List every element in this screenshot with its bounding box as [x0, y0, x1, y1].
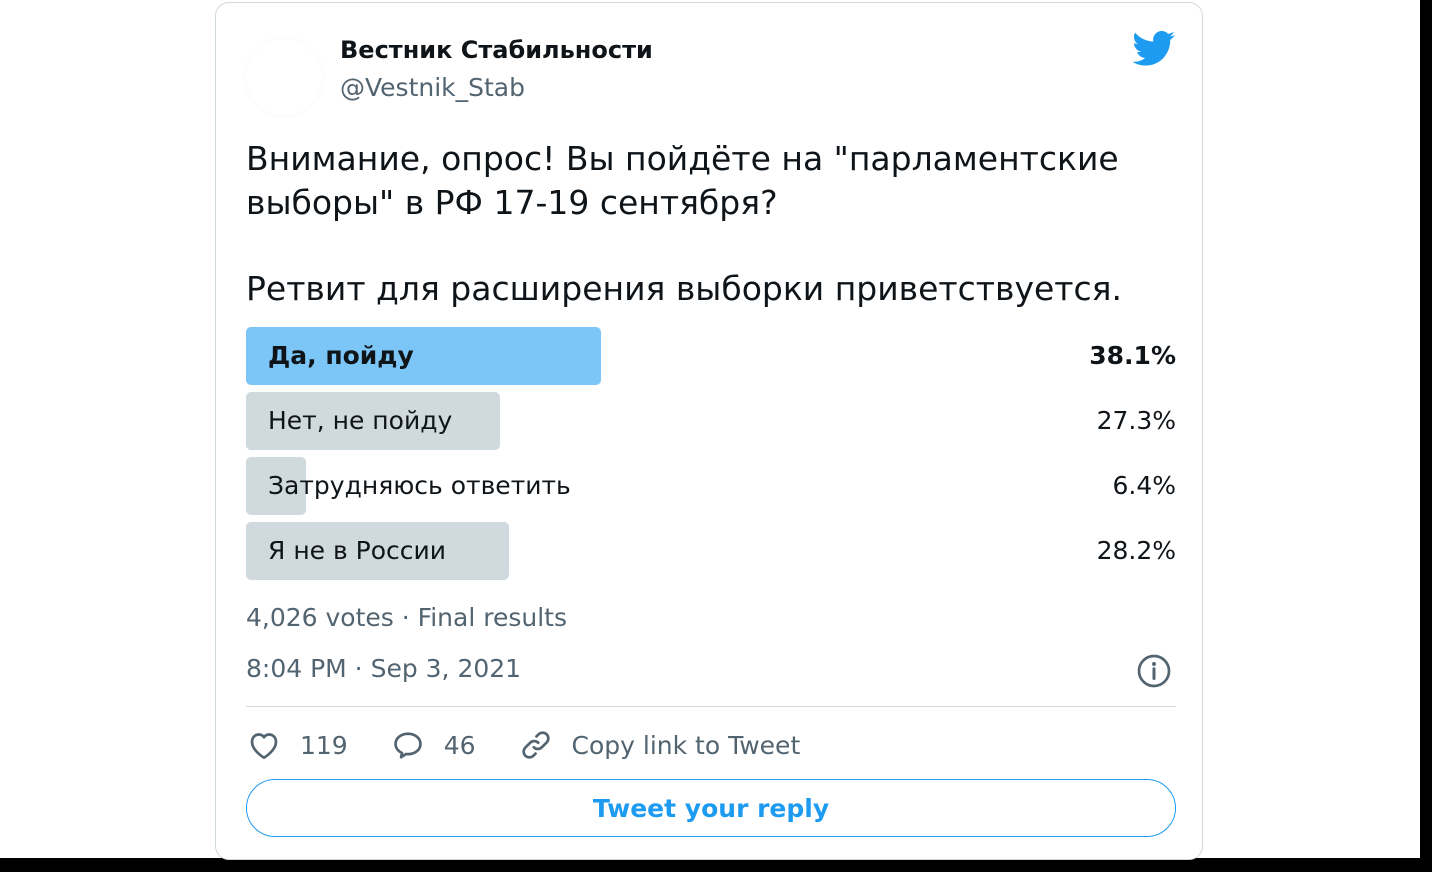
- poll-option-label: Да, пойду: [268, 341, 414, 370]
- poll-option-label: Я не в России: [268, 536, 447, 565]
- window-edge-right: [1420, 0, 1432, 872]
- like-count: 119: [300, 730, 348, 760]
- poll: Да, пойду 38.1% Нет, не пойду 27.3% Затр…: [246, 327, 1176, 587]
- poll-option: Я не в России 28.2%: [246, 522, 1176, 580]
- tweet-actions: 119 46 Copy link to Tweet: [246, 725, 842, 765]
- tweet-your-reply-button[interactable]: Tweet your reply: [246, 779, 1176, 837]
- speech-bubble-icon: [393, 732, 422, 759]
- author-display-name[interactable]: Вестник Стабильности: [340, 36, 653, 64]
- avatar[interactable]: [246, 39, 322, 115]
- window-edge-bottom: [0, 858, 1432, 872]
- author-handle[interactable]: @Vestnik_Stab: [340, 73, 525, 102]
- reply-action-button[interactable]: 46: [390, 727, 476, 763]
- copy-link-label: Copy link to Tweet: [571, 730, 801, 760]
- info-icon[interactable]: [1136, 653, 1172, 689]
- poll-option-percent: 6.4%: [1112, 471, 1176, 500]
- tweet-timestamp[interactable]: 8:04 PM · Sep 3, 2021: [246, 654, 521, 683]
- tweet-text-question: Внимание, опрос! Вы пойдёте на "парламен…: [246, 139, 1119, 222]
- copy-link-button[interactable]: Copy link to Tweet: [518, 727, 801, 763]
- poll-option-label: Нет, не пойду: [268, 406, 453, 435]
- link-icon: [521, 731, 550, 759]
- poll-option: Затрудняюсь ответить 6.4%: [246, 457, 1176, 515]
- heart-icon: [250, 733, 278, 760]
- poll-option-percent: 28.2%: [1096, 536, 1176, 565]
- tweet-text: Внимание, опрос! Вы пойдёте на "парламен…: [246, 137, 1146, 311]
- tweet-card: Вестник Стабильности @Vestnik_Stab Внима…: [215, 2, 1203, 860]
- like-button[interactable]: 119: [246, 727, 348, 763]
- divider: [246, 706, 1176, 707]
- poll-option-percent: 27.3%: [1096, 406, 1176, 435]
- reply-count: 46: [443, 730, 476, 760]
- poll-summary: 4,026 votes · Final results: [246, 603, 567, 632]
- twitter-bird-icon[interactable]: [1132, 31, 1176, 67]
- poll-option-label: Затрудняюсь ответить: [268, 471, 571, 500]
- poll-option: Да, пойду 38.1%: [246, 327, 1176, 385]
- poll-option-percent: 38.1%: [1089, 341, 1176, 370]
- poll-option: Нет, не пойду 27.3%: [246, 392, 1176, 450]
- tweet-text-retweet-note: Ретвит для расширения выборки приветству…: [246, 269, 1123, 308]
